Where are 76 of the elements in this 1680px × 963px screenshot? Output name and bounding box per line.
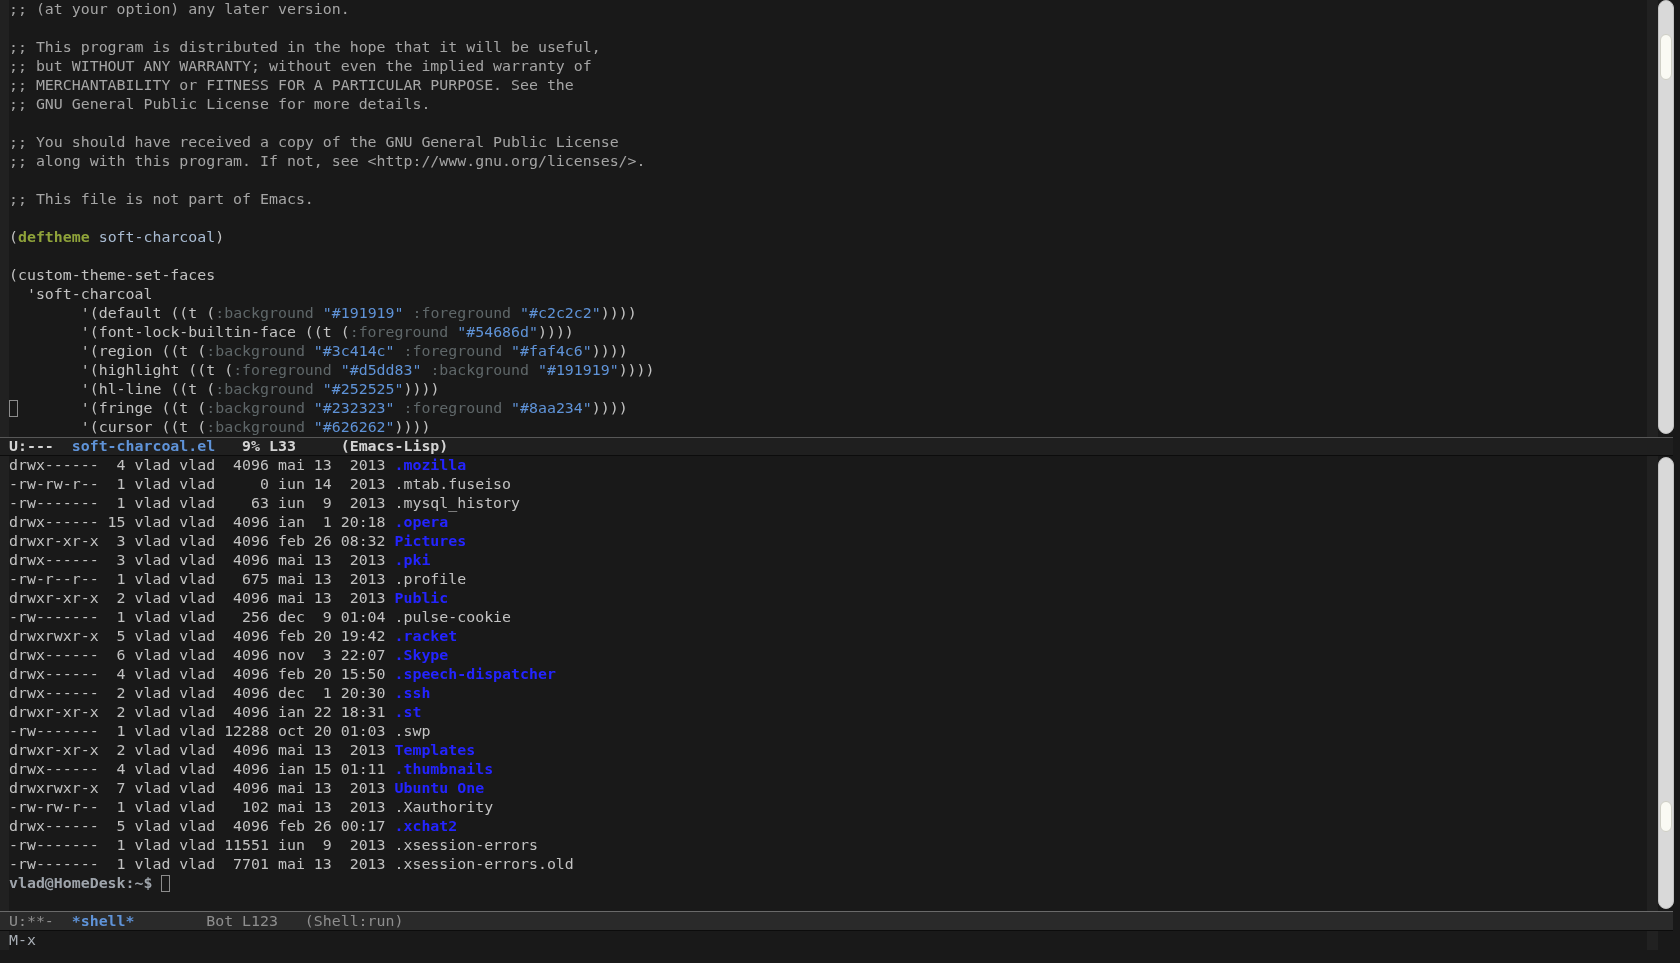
file-details: drwx------ 4 vlad vlad 4096 feb 20 15:50 — [9, 665, 386, 683]
file-name: .mtab.fuseiso — [394, 475, 512, 493]
scrollbar-thumb[interactable] — [1660, 801, 1672, 832]
code-line: ;; along with this program. If not, see <http://www.gnu.org/licenses/>. — [9, 152, 646, 170]
file-details: -rw------- 1 vlad vlad 7701 mai 13 2013 — [9, 855, 386, 873]
code-line: ;; MERCHANTABILITY or FITNESS FOR A PARTICULAR PURPOSE. See the — [9, 76, 574, 94]
directory-name: .speech-dispatcher — [394, 665, 556, 683]
code-line: (custom-theme-set-faces — [9, 266, 216, 284]
scrollbar-thumb[interactable] — [1660, 34, 1672, 80]
file-details: drwxr-xr-x 2 vlad vlad 4096 ian 22 18:31 — [9, 703, 386, 721]
file-details: drwxr-xr-x 3 vlad vlad 4096 feb 26 08:32 — [9, 532, 386, 550]
file-details: -rw-r--r-- 1 vlad vlad 675 mai 13 2013 — [9, 570, 386, 588]
file-details: drwx------ 6 vlad vlad 4096 nov 3 22:07 — [9, 646, 386, 664]
file-details: drwxr-xr-x 2 vlad vlad 4096 mai 13 2013 — [9, 589, 386, 607]
code-line: ;; GNU General Public License for more details. — [9, 95, 431, 113]
directory-name: .pki — [394, 551, 431, 569]
directory-name: .opera — [394, 513, 449, 531]
code-line: '(hl-line ((t (:background "#252525")))) — [80, 380, 440, 398]
file-details: -rw------- 1 vlad vlad 63 iun 9 2013 — [9, 494, 386, 512]
file-name: .xsession-errors.old — [394, 855, 574, 873]
directory-name: .mozilla — [394, 456, 467, 474]
directory-name: Pictures — [394, 532, 467, 550]
file-details: drwxr-xr-x 2 vlad vlad 4096 mai 13 2013 — [9, 741, 386, 759]
code-line: '(cursor ((t (:background "#626262")))) — [80, 418, 431, 436]
file-name: .profile — [394, 570, 467, 588]
directory-name: .st — [394, 703, 422, 721]
directory-name: .racket — [394, 627, 458, 645]
directory-name: .xchat2 — [394, 817, 458, 835]
scrollbar-track[interactable] — [1658, 0, 1674, 434]
line-position: 9% L33 — [242, 437, 296, 455]
file-name: .Xauthority — [394, 798, 494, 816]
code-line: '(region ((t (:background "#3c414c" :foreground "#faf4c6")))) — [80, 342, 628, 360]
file-details: -rw------- 1 vlad vlad 11551 iun 9 2013 — [9, 836, 386, 854]
buffer-status: U:**- — [9, 911, 54, 930]
file-details: drwxrwxr-x 7 vlad vlad 4096 mai 13 2013 — [9, 779, 386, 797]
file-name: .swp — [394, 722, 431, 740]
file-details: drwx------ 4 vlad vlad 4096 mai 13 2013 — [9, 456, 386, 474]
file-details: -rw-rw-r-- 1 vlad vlad 102 mai 13 2013 — [9, 798, 386, 816]
directory-name: Public — [394, 589, 449, 607]
major-mode: (Emacs-Lisp) — [340, 438, 449, 455]
file-name: .pulse-cookie — [394, 608, 512, 626]
code-line: '(highlight ((t (:foreground "#d5dd83" :background "#191919")))) — [80, 361, 655, 379]
file-details: -rw------- 1 vlad vlad 256 dec 9 01:04 — [9, 608, 386, 626]
file-details: drwx------ 2 vlad vlad 4096 dec 1 20:30 — [9, 684, 386, 702]
shell-prompt: vlad@HomeDesk:~$ — [9, 875, 153, 892]
buffer-name: soft-charcoal.el — [71, 437, 216, 455]
file-name: .xsession-errors — [394, 836, 538, 854]
code-line: 'soft-charcoal — [26, 285, 153, 303]
scrollbar-track[interactable] — [1658, 457, 1674, 909]
directory-name: Ubuntu One — [394, 779, 485, 797]
buffer-status: U:--- — [9, 437, 54, 455]
code-line: ;; (at your option) any later version. — [9, 0, 350, 18]
directory-name: .thumbnails — [394, 760, 494, 778]
echo-area-text: M-x — [9, 932, 36, 949]
file-name: .mysql_history — [394, 494, 520, 512]
code-line: '(font-lock-builtin-face ((t (:foreground "#54686d")))) — [80, 323, 574, 341]
directory-name: Templates — [394, 741, 476, 759]
file-details: -rw------- 1 vlad vlad 12288 oct 20 01:03 — [9, 722, 386, 740]
code-line: ;; This program is distributed in the hope that it will be useful, — [9, 38, 601, 56]
file-details: drwx------ 3 vlad vlad 4096 mai 13 2013 — [9, 551, 386, 569]
major-mode: (Shell:run) — [304, 912, 404, 930]
directory-name: .Skype — [394, 646, 449, 664]
code-line: ;; You should have received a copy of the GNU General Public License — [9, 133, 619, 151]
file-details: drwxrwxr-x 5 vlad vlad 4096 feb 20 19:42 — [9, 627, 386, 645]
code-line: '(fringe ((t (:background "#232323" :foreground "#8aa234")))) — [80, 399, 628, 417]
file-details: drwx------ 5 vlad vlad 4096 feb 26 00:17 — [9, 817, 386, 835]
code-line: ;; but WITHOUT ANY WARRANTY; without even the implied warranty of — [9, 57, 592, 75]
code-line: ;; This file is not part of Emacs. — [9, 190, 314, 208]
directory-name: .ssh — [394, 684, 431, 702]
file-details: drwx------ 4 vlad vlad 4096 ian 15 01:11 — [9, 760, 386, 778]
file-details: -rw-rw-r-- 1 vlad vlad 0 iun 14 2013 — [9, 475, 386, 493]
line-position: Bot L123 — [206, 911, 278, 930]
file-details: drwx------ 15 vlad vlad 4096 ian 1 20:18 — [9, 513, 386, 531]
code-line: (deftheme soft-charcoal) — [9, 228, 225, 246]
code-line: '(default ((t (:background "#191919" :foreground "#c2c2c2")))) — [80, 304, 637, 322]
buffer-name: *shell* — [71, 911, 135, 930]
